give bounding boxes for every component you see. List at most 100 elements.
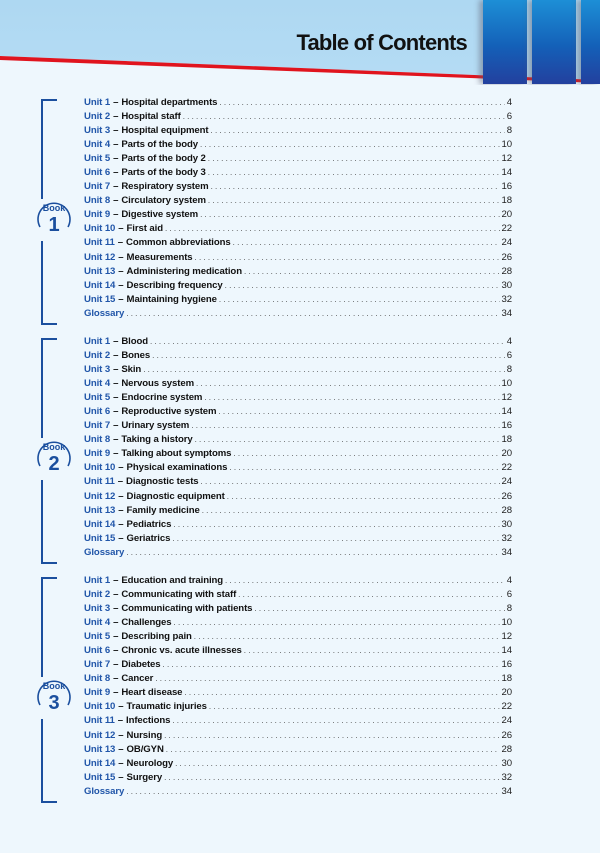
toc-entry[interactable]: Unit 5–Describing pain 12 (84, 630, 512, 644)
toc-entry[interactable]: Unit 1–Blood 4 (84, 335, 512, 349)
toc-entry-glossary[interactable]: Glossary 34 (84, 546, 512, 560)
toc-entry[interactable]: Unit 8–Cancer 18 (84, 672, 512, 686)
unit-label: Unit 8 (84, 195, 111, 207)
bracket-bottom (41, 719, 57, 803)
toc-entry[interactable]: Unit 9–Talking about symptoms 20 (84, 447, 512, 461)
dot-leader (233, 447, 499, 461)
unit-label: Unit 8 (84, 673, 111, 685)
toc-entry[interactable]: Unit 7–Urinary system 16 (84, 419, 512, 433)
toc-entry[interactable]: Unit 7–Diabetes 16 (84, 658, 512, 672)
toc-entry[interactable]: Unit 6–Parts of the body 3 14 (84, 166, 512, 180)
unit-title: Administering medication (126, 265, 243, 277)
page-number: 24 (501, 715, 513, 727)
dash-separator: – (117, 476, 124, 488)
dash-separator: – (113, 434, 119, 446)
dash-separator: – (113, 181, 119, 193)
unit-title: Communicating with patients (121, 603, 253, 615)
toc-entry[interactable]: Unit 9–Digestive system 20 (84, 208, 512, 222)
toc-entry[interactable]: Unit 8–Taking a history 18 (84, 433, 512, 447)
unit-title: Skin (121, 364, 142, 376)
toc-entry[interactable]: Unit 11–Infections 24 (84, 714, 512, 728)
dot-leader (164, 729, 499, 743)
toc-entry[interactable]: Unit 14–Neurology 30 (84, 757, 512, 771)
page-number: 4 (506, 336, 512, 347)
dot-leader (165, 222, 500, 236)
toc-entry[interactable]: Unit 8–Circulatory system 18 (84, 194, 512, 208)
unit-title: Family medicine (126, 504, 200, 516)
unit-title: Physical examinations (126, 462, 228, 474)
dot-leader (218, 405, 499, 419)
dash-separator: – (113, 97, 119, 108)
toc-entry[interactable]: Unit 13–OB/GYN 28 (84, 743, 512, 757)
unit-label: Unit 1 (84, 336, 111, 347)
toc-entry[interactable]: Unit 1–Education and training 4 (84, 574, 512, 588)
dot-leader (233, 236, 500, 250)
page-number: 22 (501, 223, 513, 235)
toc-entry[interactable]: Unit 9–Heart disease 20 (84, 686, 512, 700)
badge-word: Book (42, 203, 66, 213)
unit-label: Unit 9 (84, 687, 111, 699)
toc-entry[interactable]: Unit 3–Hospital equipment 8 (84, 124, 512, 138)
unit-label: Unit 11 (84, 715, 115, 727)
unit-label: Unit 3 (84, 364, 111, 376)
toc-entry[interactable]: Unit 10–Physical examinations 22 (84, 461, 512, 475)
unit-label: Unit 10 (84, 701, 116, 713)
book-badge: Book 3 (34, 675, 74, 715)
toc-entry-glossary[interactable]: Glossary 34 (84, 785, 512, 799)
toc-entry[interactable]: Unit 5–Parts of the body 2 12 (84, 152, 512, 166)
unit-title: Digestive system (121, 209, 199, 221)
dot-leader (208, 166, 500, 180)
page-number: 12 (501, 392, 513, 404)
glossary-label: Glossary (84, 307, 125, 319)
toc-entry[interactable]: Unit 11–Common abbreviations 24 (84, 236, 512, 250)
toc-entry[interactable]: Unit 5–Endocrine system 12 (84, 391, 512, 405)
toc-entry[interactable]: Unit 11–Diagnostic tests 24 (84, 475, 512, 489)
unit-title: Measurements (126, 251, 193, 263)
toc-entry[interactable]: Unit 3–Skin 8 (84, 363, 512, 377)
toc-entry[interactable]: Unit 2–Hospital staff 6 (84, 110, 512, 124)
toc-entry[interactable]: Unit 12–Diagnostic equipment 26 (84, 490, 512, 504)
dot-leader (229, 461, 499, 475)
toc-entry[interactable]: Unit 13–Family medicine 28 (84, 504, 512, 518)
toc-entry[interactable]: Unit 13–Administering medication 28 (84, 265, 512, 279)
page-number: 18 (501, 434, 513, 446)
unit-label: Unit 7 (84, 181, 111, 193)
unit-title: Hospital staff (121, 111, 181, 123)
toc-entry[interactable]: Unit 10–First aid 22 (84, 222, 512, 236)
toc-entry[interactable]: Unit 15–Geriatrics 32 (84, 532, 512, 546)
toc-entry[interactable]: Unit 7–Respiratory system 16 (84, 180, 512, 194)
toc-entry[interactable]: Unit 14–Pediatrics 30 (84, 518, 512, 532)
toc-entry[interactable]: Unit 15–Surgery 32 (84, 771, 512, 785)
toc-entry[interactable]: Unit 2–Bones 6 (84, 349, 512, 363)
page-number: 22 (501, 462, 513, 474)
toc-entry[interactable]: Unit 4–Challenges 10 (84, 616, 512, 630)
toc-entry[interactable]: Unit 6–Chronic vs. acute illnesses 14 (84, 644, 512, 658)
dash-separator: – (118, 701, 124, 713)
toc-entry[interactable]: Unit 12–Nursing 26 (84, 729, 512, 743)
toc-entry[interactable]: Unit 10–Traumatic injuries 22 (84, 700, 512, 714)
page-number: 6 (506, 350, 512, 362)
toc-entry[interactable]: Unit 12–Measurements 26 (84, 251, 512, 265)
page-number: 14 (501, 406, 513, 418)
toc-entry[interactable]: Unit 4–Nervous system 10 (84, 377, 512, 391)
unit-title: Taking a history (121, 434, 193, 446)
toc-entry[interactable]: Unit 15–Maintaining hygiene 32 (84, 293, 512, 307)
toc-entry[interactable]: Unit 6–Reproductive system 14 (84, 405, 512, 419)
toc-entry[interactable]: Unit 3–Communicating with patients 8 (84, 602, 512, 616)
toc-entry[interactable]: Unit 4–Parts of the body 10 (84, 138, 512, 152)
dash-separator: – (118, 251, 124, 263)
toc-entry[interactable]: Unit 2–Communicating with staff 6 (84, 588, 512, 602)
toc-entry-glossary[interactable]: Glossary 34 (84, 307, 512, 321)
unit-label: Unit 5 (84, 631, 111, 643)
unit-label: Unit 6 (84, 167, 111, 179)
dot-leader (184, 686, 499, 700)
dot-leader (195, 251, 500, 265)
page-number: 28 (501, 265, 513, 277)
toc-entry[interactable]: Unit 1–Hospital departments 4 (84, 96, 512, 110)
page-number: 4 (506, 575, 512, 586)
dot-leader (211, 124, 505, 138)
unit-title: OB/GYN (126, 743, 164, 755)
toc-list: Unit 1–Blood4Unit 2–Bones6Unit 3–Skin8Un… (84, 335, 512, 560)
page-number: 20 (501, 209, 513, 221)
toc-entry[interactable]: Unit 14–Describing frequency 30 (84, 279, 512, 293)
